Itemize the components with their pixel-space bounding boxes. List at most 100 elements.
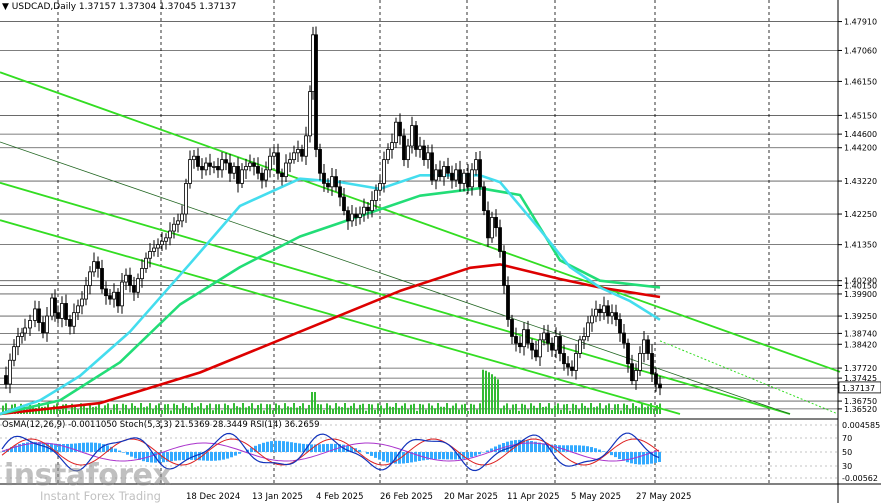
volume-bar [431, 405, 433, 414]
volume-bar [254, 408, 256, 414]
osma-bar [622, 452, 625, 461]
volume-bar [332, 408, 334, 414]
volume-bar [272, 410, 274, 414]
candle-body [68, 319, 72, 327]
candle-body [446, 166, 450, 174]
volume-bar [257, 405, 259, 414]
x-tick-label: 5 May 2025 [571, 492, 621, 502]
osma-bar [318, 444, 321, 452]
x-tick-label: 20 Mar 2025 [444, 492, 498, 502]
candle-body [630, 363, 634, 382]
candle-body [570, 366, 574, 371]
volume-bar [536, 407, 538, 414]
volume-bar [626, 404, 628, 414]
candle-body [16, 336, 20, 348]
candle-body [296, 149, 300, 154]
volume-bar [287, 406, 289, 414]
volume-bar [584, 405, 586, 414]
volume-bar [413, 403, 415, 414]
candle-body [112, 291, 116, 300]
candle-body [402, 135, 406, 161]
candle-body [300, 149, 304, 157]
osma-bar [610, 452, 613, 456]
candle-body [486, 210, 490, 239]
volume-bar [284, 403, 286, 414]
volume-bar [362, 403, 364, 414]
volume-bar [467, 410, 469, 414]
candle-body [84, 285, 88, 300]
volume-bar [212, 410, 214, 414]
osma-bar [326, 443, 329, 452]
candle-body [168, 230, 172, 239]
candle-body [172, 223, 176, 232]
candle-body [582, 336, 586, 341]
ohlc-values: 1.37157 1.37304 1.37045 1.37137 [78, 2, 237, 12]
osma-bar [618, 452, 621, 460]
candle-body [646, 339, 650, 354]
volume-bar [239, 407, 241, 414]
candle-body [12, 346, 16, 361]
candle-body [108, 295, 112, 300]
candle-body [128, 274, 132, 286]
y-tick-label: 1.47910 [844, 18, 877, 27]
candle-body [490, 217, 494, 239]
channel-line [0, 219, 681, 415]
candle-body [311, 34, 315, 93]
volume-bar [377, 403, 379, 414]
candle-body [618, 319, 622, 334]
candle-body [176, 220, 180, 225]
volume-bar [506, 403, 508, 414]
volume-bar [620, 410, 622, 414]
volume-bar [341, 407, 343, 414]
osma-bar [570, 445, 573, 452]
volume-bar [305, 409, 307, 414]
osc-tick-label: 50 [842, 448, 852, 457]
candle-body [248, 162, 252, 167]
volume-bar [458, 409, 460, 414]
y-tick-label: 1.44200 [844, 144, 877, 153]
volume-bar [575, 404, 577, 414]
osc-tick-label: 30 [842, 462, 852, 471]
osma-bar [206, 452, 209, 461]
candle-body [256, 166, 260, 174]
candle-body [72, 312, 76, 327]
candle-body [494, 217, 498, 229]
candle-body [232, 166, 236, 174]
candle-body [326, 183, 330, 188]
candle-body [642, 339, 646, 354]
volume-bar [263, 410, 265, 414]
volume-bar [110, 409, 112, 414]
volume-bar [185, 406, 187, 414]
volume-bar [293, 403, 295, 414]
volume-bar [203, 408, 205, 414]
osma-bar [178, 452, 181, 461]
x-tick-label: 11 Apr 2025 [507, 492, 560, 502]
candle-body [224, 159, 228, 164]
candle-body [634, 370, 638, 382]
volume-bar [140, 403, 142, 414]
y-tick-label: 1.47060 [844, 46, 877, 55]
candle-body [252, 162, 256, 167]
volume-bar [404, 403, 406, 414]
volume-bar [587, 407, 589, 414]
candle-body [366, 206, 370, 212]
osma-bar [442, 452, 445, 460]
candle-body [308, 91, 312, 137]
candle-body [526, 329, 530, 344]
osma-bar [226, 452, 229, 459]
candle-body [438, 169, 442, 178]
volume-bar [614, 404, 616, 414]
candle-body [374, 189, 378, 201]
osma-bar [142, 452, 145, 462]
osma-bar [374, 452, 377, 458]
collapse-triangle-icon[interactable]: ▼ [2, 2, 9, 12]
candle-body [284, 162, 288, 178]
candle-body [132, 285, 136, 293]
current-price-label: 1.37137 [842, 384, 875, 393]
candle-body [188, 159, 192, 184]
candle-body [272, 152, 276, 157]
candle-body [390, 142, 394, 150]
candle-body [426, 152, 430, 161]
volume-bar [167, 404, 169, 414]
volume-bar [485, 370, 487, 414]
